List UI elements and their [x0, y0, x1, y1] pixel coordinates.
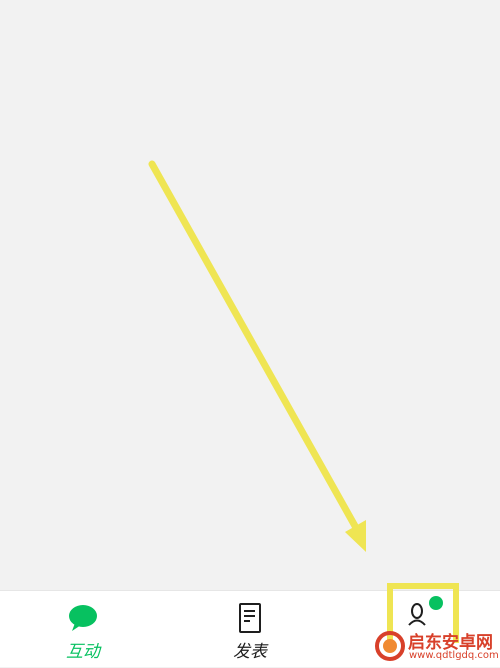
content-area	[0, 0, 500, 590]
document-icon	[239, 603, 261, 633]
chat-bubble-icon	[69, 605, 97, 631]
tab-interact-label: 互动	[66, 642, 100, 662]
tab-publish[interactable]: 发表	[167, 591, 333, 668]
tab-interact[interactable]: 互动	[0, 591, 166, 668]
tab-publish-label: 发表	[233, 642, 267, 662]
notification-badge	[429, 596, 443, 610]
